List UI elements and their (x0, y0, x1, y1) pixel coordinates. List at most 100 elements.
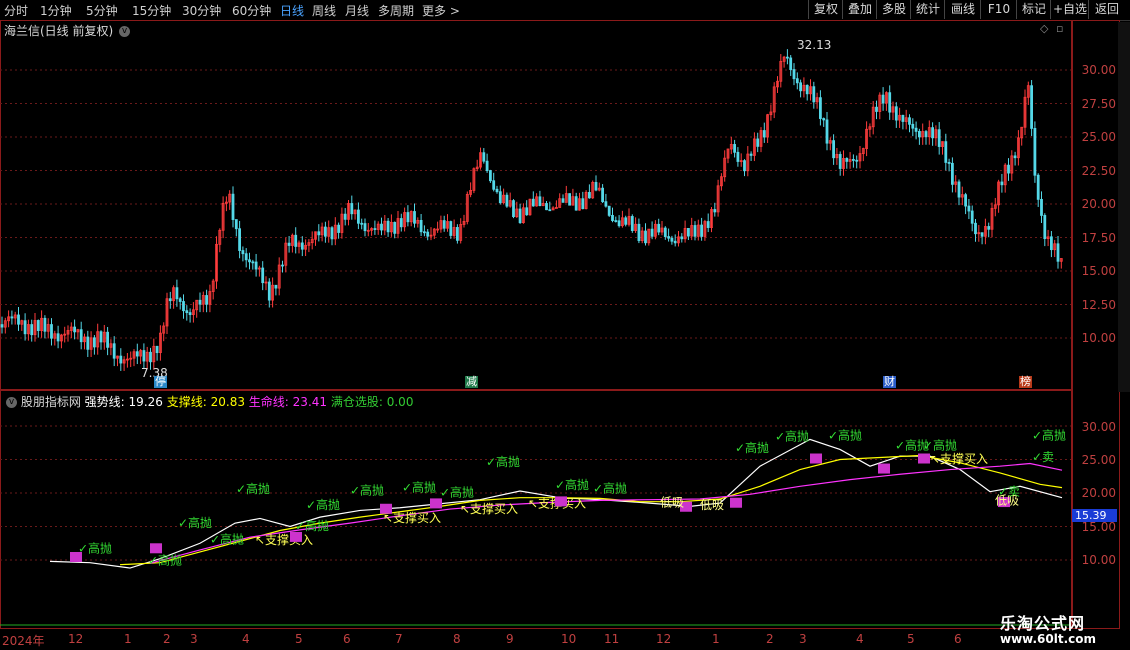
candle-body (855, 159, 859, 162)
candle-body (73, 326, 76, 333)
candle-body (254, 261, 258, 270)
period-weekly[interactable]: 周线 (312, 2, 336, 19)
candle-body (36, 320, 40, 331)
candle-body (251, 261, 255, 264)
candle-body (888, 92, 892, 113)
candle-body (343, 213, 347, 220)
period-1min[interactable]: 1分钟 (40, 2, 72, 19)
candle-body (50, 324, 53, 339)
candle-body (799, 82, 802, 92)
candle-body (79, 329, 83, 343)
period-more[interactable]: 更多 > (422, 2, 460, 19)
candle-body (380, 223, 383, 231)
period-60min[interactable]: 60分钟 (232, 2, 271, 19)
event-marker-halt[interactable]: 停 (154, 376, 167, 388)
period-30min[interactable]: 30分钟 (182, 2, 221, 19)
candle-body (175, 287, 179, 300)
signal-gao: ✓高抛 (923, 437, 957, 452)
candle-body (650, 228, 654, 237)
date-tick: 10 (561, 632, 577, 646)
period-fenshi[interactable]: 分时 (4, 2, 28, 19)
candle-body (1000, 181, 1004, 186)
candle-body (918, 131, 921, 138)
candle-body (155, 345, 159, 354)
candle-body (1036, 174, 1040, 200)
event-marker-list[interactable]: 榜 (1019, 376, 1032, 388)
signal-gao: ✓高抛 (148, 553, 182, 568)
adjust-button[interactable]: 复权 (808, 0, 843, 19)
candle-body (974, 222, 977, 235)
candle-body (548, 209, 552, 212)
date-tick: 3 (190, 632, 198, 646)
candlestick-chart[interactable] (0, 20, 1071, 389)
candle-body (30, 324, 34, 336)
signal-chase-box (380, 503, 392, 514)
mark-button[interactable]: 标记 (1016, 0, 1051, 19)
candle-body (957, 181, 961, 198)
date-tick: 4 (856, 632, 864, 646)
signal-low-suck: 低吸 (700, 498, 724, 512)
candle-body (964, 194, 967, 207)
add-watchlist-button[interactable]: +自选 (1050, 0, 1089, 19)
indicator-chart[interactable]: ✓高抛✓高抛✓高抛✓高抛✓高抛✓高抛✓高抛✓高抛 ✓高抛 ✓高抛✓高抛✓高抛 ✓高抛✓… (0, 389, 1071, 627)
candle-body (267, 281, 271, 301)
date-tick: 12 (656, 632, 672, 646)
period-5min[interactable]: 5分钟 (86, 2, 118, 19)
candle-body (832, 140, 835, 159)
candle-body (743, 160, 746, 172)
candle-body (594, 182, 598, 191)
candle-body (17, 314, 20, 325)
candle-body (604, 201, 608, 207)
date-tick: 2024年 (2, 634, 45, 648)
candle-body (178, 298, 182, 302)
candle-body (10, 316, 14, 319)
candle-body (875, 106, 878, 112)
candle-body (812, 86, 816, 103)
candle-body (845, 158, 849, 162)
signal-sell: ✓卖 (1032, 450, 1054, 464)
signal-gao: ✓高抛 (1032, 427, 1066, 442)
date-tick: 12 (68, 632, 84, 646)
period-monthly[interactable]: 月线 (345, 2, 369, 19)
signal-chase-box (730, 497, 742, 508)
candle-body (673, 240, 677, 244)
event-marker-reduce[interactable]: 减 (465, 376, 478, 388)
date-tick: 5 (907, 632, 915, 646)
period-multi[interactable]: 多周期 (378, 2, 414, 19)
signal-chase-box (70, 552, 82, 562)
overlay-button[interactable]: 叠加 (842, 0, 877, 19)
candle-body (531, 198, 535, 207)
candle-body (987, 226, 991, 230)
date-tick: 3 (799, 632, 807, 646)
candle-body (56, 333, 60, 342)
candle-body (687, 227, 690, 237)
candle-body (713, 209, 717, 213)
candle-body (492, 180, 496, 190)
candle-body (261, 267, 265, 284)
candle-body (373, 228, 377, 230)
period-15min[interactable]: 15分钟 (132, 2, 171, 19)
back-button[interactable]: 返回 (1088, 0, 1125, 19)
candle-body (792, 69, 796, 80)
candle-body (525, 207, 529, 216)
draw-line-button[interactable]: 画线 (944, 0, 981, 19)
signal-gao: ✓高抛 (440, 484, 474, 499)
candle-body (168, 298, 172, 302)
watermark-url: www.60lt.com (1000, 632, 1097, 646)
f10-button[interactable]: F10 (980, 0, 1017, 19)
period-daily[interactable]: 日线 (280, 2, 304, 19)
candle-body (142, 350, 146, 362)
event-marker-finance[interactable]: 财 (883, 376, 896, 388)
candle-body (951, 162, 954, 185)
date-tick: 1 (712, 632, 720, 646)
candle-body (937, 129, 941, 147)
date-tick: 2 (163, 632, 171, 646)
candle-body (106, 331, 109, 348)
candle-body (231, 193, 235, 220)
candle-body (317, 231, 321, 236)
candle-body (700, 224, 703, 237)
candle-body (644, 230, 647, 244)
stats-button[interactable]: 统计 (910, 0, 945, 19)
candle-body (244, 253, 248, 261)
multi-stock-button[interactable]: 多股 (876, 0, 911, 19)
